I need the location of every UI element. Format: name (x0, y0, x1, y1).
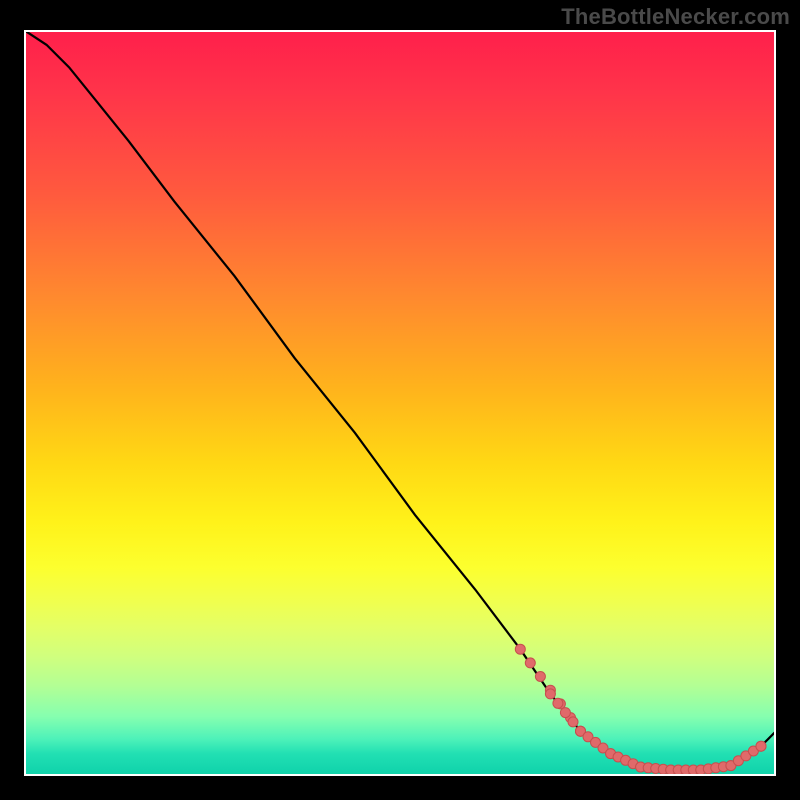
watermark-text: TheBottleNecker.com (561, 4, 790, 30)
plot-frame (24, 30, 776, 776)
gradient-background (24, 30, 776, 776)
chart-stage: TheBottleNecker.com (0, 0, 800, 800)
